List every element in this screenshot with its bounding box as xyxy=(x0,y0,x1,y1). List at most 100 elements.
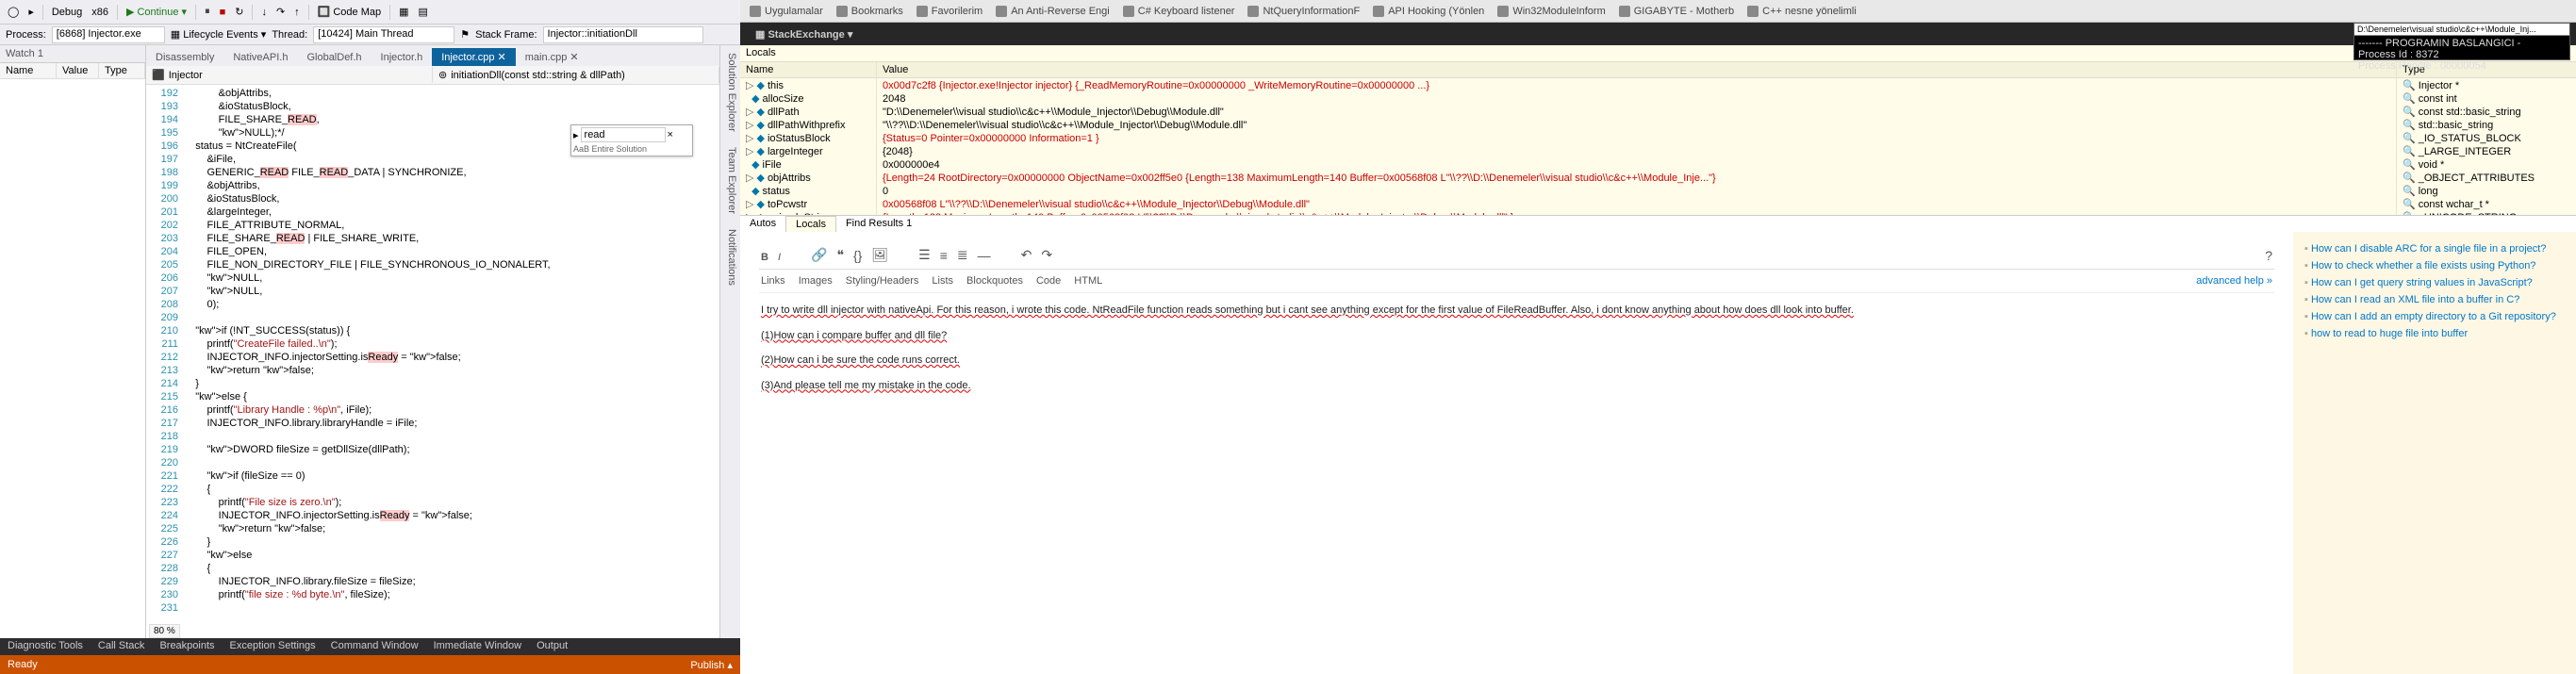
related-link[interactable]: How can I read an XML file into a buffer… xyxy=(2311,294,2519,305)
tool-icon[interactable]: ▦ xyxy=(395,4,412,20)
help-icon[interactable]: ? xyxy=(2265,248,2272,263)
doc-tab[interactable]: Injector.h xyxy=(372,49,433,66)
bottom-tab[interactable]: Output xyxy=(529,638,575,655)
platform-combo[interactable]: x86 xyxy=(88,5,112,20)
doc-tab[interactable]: Disassembly xyxy=(146,49,223,66)
bookmark-item[interactable]: Bookmarks xyxy=(831,3,909,20)
locals-row[interactable]: ▷◆toPcwstr xyxy=(740,197,876,210)
ulist-icon[interactable]: ≡ xyxy=(940,248,948,263)
watch-col-type[interactable]: Type xyxy=(99,63,145,78)
bookmark-item[interactable]: API Hooking (Yönlen xyxy=(1367,3,1490,20)
chevron-icon[interactable]: ▸ xyxy=(573,129,579,141)
bottom-tab[interactable]: Command Window xyxy=(323,638,426,655)
locals-tab[interactable]: Locals xyxy=(785,216,836,232)
doc-tab[interactable]: main.cpp ✕ xyxy=(516,48,588,66)
code-map-button[interactable]: 🔲 Code Map xyxy=(314,4,385,20)
so-editor-body[interactable]: I try to write dll injector with nativeA… xyxy=(759,293,2274,412)
locals-col-name[interactable]: Name xyxy=(740,62,876,78)
related-link[interactable]: how to read to huge file into buffer xyxy=(2311,328,2468,339)
hr-icon[interactable]: — xyxy=(978,248,991,263)
find-options[interactable]: AaB Entire Solution xyxy=(573,142,690,154)
advanced-help-link[interactable]: advanced help » xyxy=(2196,275,2272,287)
thread-combo[interactable]: [10424] Main Thread xyxy=(313,26,454,43)
lifecycle-combo[interactable]: ▦ Lifecycle Events ▾ xyxy=(171,28,267,41)
watch-col-name[interactable]: Name xyxy=(0,63,57,78)
quote-icon[interactable]: ❝ xyxy=(836,247,844,263)
link-icon[interactable]: 🔗 xyxy=(811,247,827,263)
locals-value[interactable]: 2048 xyxy=(877,91,2396,105)
zoom-level[interactable]: 80 % xyxy=(149,624,180,638)
related-link[interactable]: How can I add an empty directory to a Gi… xyxy=(2311,311,2556,322)
bookmark-item[interactable]: GIGABYTE - Motherb xyxy=(1613,3,1740,20)
find-input[interactable] xyxy=(581,127,666,142)
config-combo[interactable]: Debug xyxy=(48,5,86,20)
bookmark-item[interactable]: Uygulamalar xyxy=(744,3,829,20)
related-link[interactable]: How to check whether a file exists using… xyxy=(2311,260,2535,271)
locals-row[interactable]: ▷◆objAttribs xyxy=(740,171,876,184)
locals-row[interactable]: ▷◆ioStatusBlock xyxy=(740,131,876,144)
locals-value[interactable]: {Status=0 Pointer=0x00000000 Information… xyxy=(877,131,2396,144)
nav-scope-combo[interactable]: ⬛ Injector xyxy=(146,67,433,83)
so-help-tab[interactable]: Lists xyxy=(932,275,953,287)
publish-button[interactable]: Publish ▴ xyxy=(690,659,733,671)
code-icon[interactable]: {} xyxy=(853,248,862,263)
bottom-tab[interactable]: Exception Settings xyxy=(223,638,323,655)
redo-icon[interactable]: ↷ xyxy=(1041,247,1052,263)
stackframe-combo[interactable]: Injector::initiationDll xyxy=(543,26,703,43)
related-link[interactable]: How can I disable ARC for a single file … xyxy=(2311,243,2546,255)
locals-row[interactable]: ▷◆this xyxy=(740,78,876,91)
break-icon[interactable]: ⏸ xyxy=(201,4,214,20)
flag-icon[interactable]: ⚑ xyxy=(460,28,470,41)
bottom-tab[interactable]: Immediate Window xyxy=(426,638,530,655)
locals-row[interactable]: ▷◆largeInteger xyxy=(740,144,876,157)
side-tab[interactable]: Solution Explorer xyxy=(720,45,740,140)
locals-tab[interactable]: Autos xyxy=(740,216,785,232)
so-help-tab[interactable]: Blockquotes xyxy=(966,275,1023,287)
bold-icon[interactable]: B xyxy=(761,248,768,263)
locals-value[interactable]: "\\??\\D:\\Denemeler\\visual studio\\c&c… xyxy=(877,118,2396,131)
watch-col-value[interactable]: Value xyxy=(57,63,99,78)
doc-tab[interactable]: Injector.cpp ✕ xyxy=(432,48,516,66)
locals-tab[interactable]: Find Results 1 xyxy=(836,216,921,232)
image-icon[interactable]: 🖼 xyxy=(871,247,888,263)
related-link[interactable]: How can I get query string values in Jav… xyxy=(2311,277,2533,288)
bookmark-item[interactable]: An Anti-Reverse Engi xyxy=(990,3,1115,20)
se-brand[interactable]: ▦ StackExchange ▾ xyxy=(755,28,852,41)
so-help-tab[interactable]: Styling/Headers xyxy=(846,275,919,287)
tool-icon[interactable]: ▤ xyxy=(415,4,432,20)
locals-value[interactable]: 0 xyxy=(877,184,2396,197)
step-over-icon[interactable]: ↷ xyxy=(272,4,289,20)
locals-row[interactable]: ◆status xyxy=(740,184,876,197)
undo-icon[interactable]: ↶ xyxy=(1021,247,1032,263)
doc-tab[interactable]: NativeAPI.h xyxy=(223,49,297,66)
doc-tab[interactable]: GlobalDef.h xyxy=(297,49,371,66)
locals-col-value[interactable]: Value xyxy=(877,62,2396,78)
locals-row[interactable]: ◆allocSize xyxy=(740,91,876,105)
step-into-icon[interactable]: ↓ xyxy=(257,5,271,20)
locals-value[interactable]: 0x000000e4 xyxy=(877,157,2396,171)
so-help-tab[interactable]: Code xyxy=(1036,275,1061,287)
continue-button[interactable]: ▶ Continue ▾ xyxy=(123,4,190,20)
so-help-tab[interactable]: Links xyxy=(761,275,785,287)
bookmark-item[interactable]: C++ nesne yönelimli xyxy=(1742,3,1862,20)
bookmark-item[interactable]: Win32ModuleInform xyxy=(1492,3,1610,20)
bottom-tab[interactable]: Breakpoints xyxy=(152,638,222,655)
locals-value[interactable]: 0x00d7c2f8 {Injector.exe!Injector inject… xyxy=(877,78,2396,91)
bottom-tab[interactable]: Call Stack xyxy=(91,638,153,655)
locals-row[interactable]: ▷◆dllPathWithprefix xyxy=(740,118,876,131)
find-close-icon[interactable]: × xyxy=(668,129,673,140)
so-help-tab[interactable]: HTML xyxy=(1074,275,1102,287)
restart-icon[interactable]: ↻ xyxy=(231,4,247,20)
stop-icon[interactable]: ■ xyxy=(216,5,230,20)
step-out-icon[interactable]: ↑ xyxy=(290,5,304,20)
side-tab[interactable]: Team Explorer xyxy=(720,140,740,222)
so-help-tab[interactable]: Images xyxy=(799,275,833,287)
locals-row[interactable]: ▷◆dllPath xyxy=(740,105,876,118)
process-combo[interactable]: [6868] Injector.exe xyxy=(52,26,165,43)
nav-fwd-icon[interactable]: ▸ xyxy=(25,4,38,20)
code-editor[interactable]: 192 193 194 195 196 197 198 199 200 201 … xyxy=(146,85,719,638)
locals-value[interactable]: 0x00568f08 L"\\??\\D:\\Denemeler\\visual… xyxy=(877,197,2396,210)
heading-icon[interactable]: ≣ xyxy=(957,247,968,263)
locals-value[interactable]: {2048} xyxy=(877,144,2396,157)
locals-value[interactable]: {Length=24 RootDirectory=0x00000000 Obje… xyxy=(877,171,2396,184)
